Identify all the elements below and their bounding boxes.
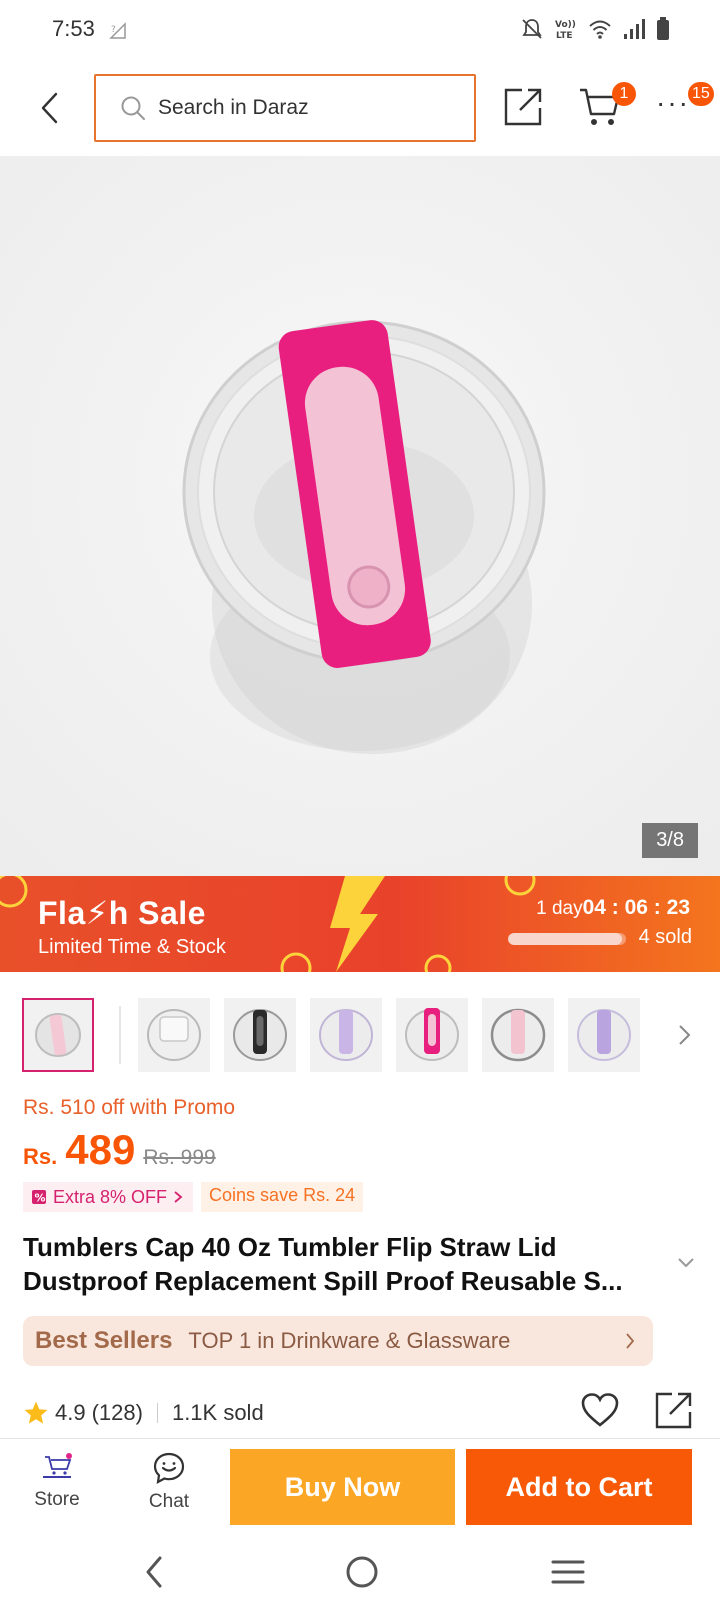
product-title: Tumblers Cap 40 Oz Tumbler Flip Straw Li…: [23, 1232, 623, 1296]
image-counter: 3/8: [642, 823, 698, 858]
volte-icon: Vo)) LTE: [555, 20, 576, 41]
thumbnail-6[interactable]: [482, 998, 554, 1072]
thumbnail-image: [490, 1008, 546, 1062]
store-label: Store: [34, 1489, 80, 1510]
flash-sale-title: Fla⚡h Sale: [38, 895, 206, 931]
extra-off-label: Extra 8% OFF: [53, 1186, 168, 1207]
status-time: 7:53: [52, 16, 95, 41]
share-icon: [504, 88, 542, 126]
search-placeholder: Search in Daraz: [158, 96, 309, 119]
star-icon: [24, 1401, 48, 1424]
status-bar: 7:53 ? Vo)) LTE: [0, 0, 720, 60]
price-currency: Rs.: [23, 1144, 58, 1169]
sold-total: 1.1K sold: [171, 1400, 264, 1425]
flash-sale-subtitle: Limited Time & Stock: [38, 936, 226, 958]
rating-count: (128): [91, 1400, 143, 1425]
share-icon[interactable]: [654, 1390, 694, 1430]
store-logo-icon: [43, 1453, 72, 1478]
buy-now-button[interactable]: Buy Now: [230, 1449, 455, 1525]
search-input[interactable]: Search in Daraz: [94, 74, 476, 142]
rating-row[interactable]: 4.9 (128) 1.1K sold: [23, 1395, 264, 1431]
wifi-icon: [589, 20, 611, 39]
thumbnail-image: [319, 1009, 373, 1061]
coins-save-tag[interactable]: Coins save Rs. 24: [201, 1182, 364, 1212]
thumbnail-image: [577, 1009, 631, 1061]
thumbnail-4[interactable]: [310, 998, 382, 1072]
product-image-carousel[interactable]: 3/8: [0, 156, 720, 876]
chevron-right-icon[interactable]: [674, 1020, 696, 1050]
svg-text:?: ?: [111, 25, 116, 35]
nav-back-icon[interactable]: [140, 1554, 170, 1590]
thumbnail-image: [35, 1013, 81, 1057]
cart-count-badge: 1: [612, 82, 636, 106]
promo-discount-text[interactable]: Rs. 510 off with Promo: [23, 1096, 235, 1120]
rating-separator: [156, 1403, 158, 1423]
thumbnail-5[interactable]: [396, 998, 468, 1072]
chevron-right-icon: [626, 1333, 635, 1349]
voucher-tags: % Extra 8% OFF Coins save Rs. 24: [23, 1182, 364, 1212]
heart-icon[interactable]: [580, 1392, 620, 1428]
svg-text:LTE: LTE: [556, 31, 573, 41]
chat-icon: [153, 1452, 185, 1485]
nav-home-icon[interactable]: [344, 1554, 380, 1590]
best-sellers-rank: TOP 1 in Drinkware & Glassware: [188, 1328, 511, 1353]
mute-icon: [522, 19, 542, 39]
sim-icon: ?: [109, 22, 126, 39]
thumbnail-1[interactable]: [22, 998, 94, 1072]
system-navigation-bar: [0, 1534, 720, 1612]
more-menu-button[interactable]: ···: [656, 88, 692, 128]
extra-off-tag[interactable]: % Extra 8% OFF: [23, 1182, 194, 1212]
chat-label: Chat: [148, 1491, 190, 1512]
thumbnail-divider: [119, 1006, 121, 1064]
top-header: Search in Daraz 1 ··· 15: [0, 60, 720, 156]
timer-countdown: 04 : 06 : 23: [582, 896, 690, 919]
search-icon: [121, 96, 145, 120]
chevron-left-icon: [41, 92, 58, 124]
battery-icon: [657, 17, 669, 40]
thumbnail-2[interactable]: [138, 998, 210, 1072]
original-price: Rs. 999: [143, 1146, 216, 1169]
voucher-icon: %: [32, 1190, 46, 1205]
timer-prefix: 1 day: [536, 898, 583, 919]
current-price: 489: [65, 1126, 136, 1173]
status-icons: Vo)) LTE: [520, 17, 670, 41]
chevron-right-icon: [174, 1191, 183, 1203]
thumbnail-strip: [0, 998, 720, 1074]
best-sellers-label: Best Sellers: [35, 1327, 173, 1354]
store-button[interactable]: Store: [22, 1451, 92, 1511]
thumbnail-3[interactable]: [224, 998, 296, 1072]
flash-sale-timer: 1 day04 : 06 : 23: [536, 896, 690, 920]
notification-count-badge: 15: [688, 82, 714, 106]
thumbnail-7[interactable]: [568, 998, 640, 1072]
signal-icon: [624, 19, 645, 39]
thumbnail-image: [233, 1009, 287, 1061]
share-button[interactable]: [502, 84, 544, 128]
sold-progress-fill: [508, 933, 623, 945]
sold-count: 4 sold: [638, 926, 692, 948]
flash-sale-banner[interactable]: Fla⚡h Sale Limited Time & Stock 1 day04 …: [0, 876, 720, 972]
sold-progress-bar: [508, 933, 626, 945]
thumbnail-image: [147, 1009, 201, 1061]
back-button[interactable]: [30, 86, 70, 130]
add-to-cart-button[interactable]: Add to Cart: [466, 1449, 692, 1525]
thumbnail-image: [405, 1008, 459, 1061]
nav-recents-icon[interactable]: [550, 1556, 586, 1588]
best-sellers-banner[interactable]: Best Sellers TOP 1 in Drinkware & Glassw…: [23, 1316, 653, 1366]
price-row: Rs. 489 Rs. 999: [23, 1126, 216, 1182]
bottom-action-bar: Store Chat Buy Now Add to Cart: [0, 1438, 720, 1534]
chat-button[interactable]: Chat: [134, 1451, 204, 1513]
chevron-down-icon[interactable]: [676, 1256, 696, 1270]
rating-score: 4.9: [55, 1400, 86, 1425]
more-icon: ···: [656, 87, 690, 118]
svg-text:%: %: [35, 1192, 46, 1205]
product-photo: [0, 156, 720, 876]
svg-text:Vo)): Vo)): [555, 20, 576, 30]
